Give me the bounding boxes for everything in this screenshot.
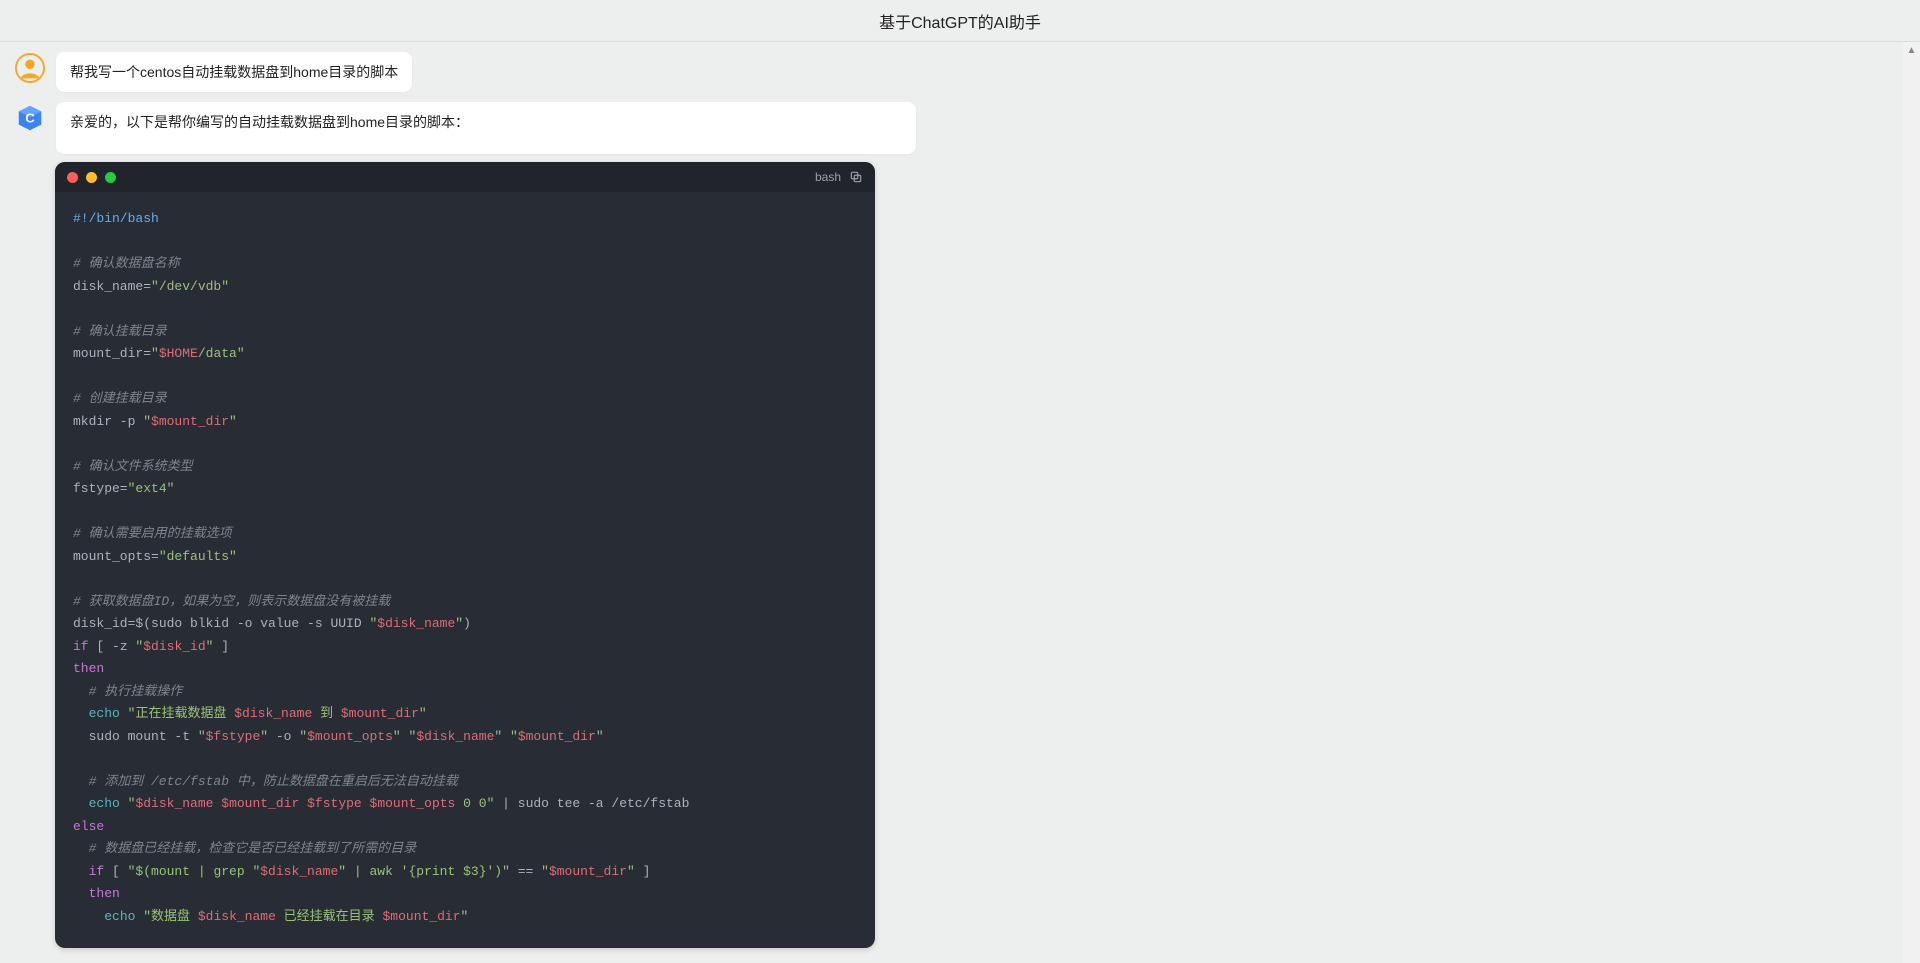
page-title: 基于ChatGPT的AI助手 — [879, 9, 1041, 33]
copy-icon[interactable] — [849, 170, 863, 184]
vertical-scrollbar[interactable]: ▲ — [1903, 42, 1920, 963]
traffic-dot-red — [67, 172, 78, 183]
traffic-dot-green — [105, 172, 116, 183]
user-avatar-icon — [14, 52, 46, 84]
app-root: 基于ChatGPT的AI助手 帮我写一个centos自动挂载数据盘到home目录… — [0, 0, 1920, 963]
bot-message-row: C 亲爱的，以下是帮你编写的自动挂载数据盘到home目录的脚本： — [0, 92, 1920, 154]
bot-message-bubble: 亲爱的，以下是帮你编写的自动挂载数据盘到home目录的脚本： — [56, 102, 916, 154]
code-language-label: bash — [815, 170, 841, 184]
traffic-dot-yellow — [86, 172, 97, 183]
bot-avatar-icon: C — [14, 102, 46, 134]
window-traffic-lights — [67, 172, 116, 183]
chat-content[interactable]: 帮我写一个centos自动挂载数据盘到home目录的脚本 C 亲爱的，以下是帮你… — [0, 42, 1920, 963]
page-header: 基于ChatGPT的AI助手 — [0, 0, 1920, 42]
code-block: bash #!/bin/bash # 确认数据盘名称 disk_name="/d… — [55, 162, 875, 948]
code-block-header: bash — [55, 162, 875, 192]
svg-text:C: C — [25, 111, 35, 126]
user-message-row: 帮我写一个centos自动挂载数据盘到home目录的脚本 — [0, 42, 1920, 92]
user-message-bubble: 帮我写一个centos自动挂载数据盘到home目录的脚本 — [56, 52, 412, 92]
scroll-up-arrow-icon[interactable]: ▲ — [1903, 42, 1920, 59]
bot-intro-text: 亲爱的，以下是帮你编写的自动挂载数据盘到home目录的脚本： — [70, 112, 902, 132]
code-content[interactable]: #!/bin/bash # 确认数据盘名称 disk_name="/dev/vd… — [55, 192, 875, 948]
user-message-text: 帮我写一个centos自动挂载数据盘到home目录的脚本 — [70, 64, 398, 80]
